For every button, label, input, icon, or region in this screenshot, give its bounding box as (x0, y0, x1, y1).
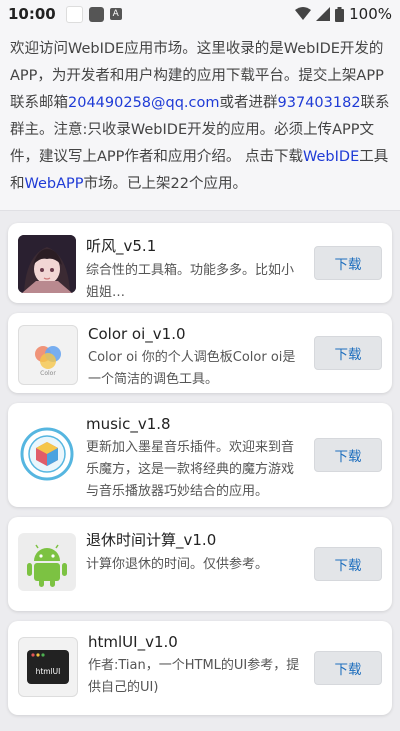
status-time: 10:00 (8, 5, 56, 23)
app-title: music_v1.8 (86, 415, 171, 433)
app-info: 退休时间计算_v1.0 计算你退休的时间。仅供参考。 (86, 529, 314, 576)
app-title: 退休时间计算_v1.0 (86, 531, 217, 549)
app-title: htmlUI_v1.0 (88, 633, 178, 651)
app-card[interactable]: 听风_v5.1 综合性的工具箱。功能多多。比如小姐姐… 下载 (8, 223, 392, 303)
app-desc: 更新加入墨星音乐插件。欢迎来到音乐魔方，这是一款将经典的魔方游戏与音乐播放器巧妙… (86, 440, 295, 499)
app-desc: Color oi 你的个人调色板Color oi是一个简洁的调色工具。 (88, 350, 296, 387)
app-info: music_v1.8 更新加入墨星音乐插件。欢迎来到音乐魔方，这是一款将经典的魔… (86, 415, 314, 503)
htmlui-icon-label: htmlUI (36, 667, 61, 676)
app-title: Color oi_v1.0 (88, 325, 186, 343)
color-palette-icon: Color (18, 325, 78, 385)
app-card[interactable]: music_v1.8 更新加入墨星音乐插件。欢迎来到音乐魔方，这是一款将经典的魔… (8, 403, 392, 507)
app-info: 听风_v5.1 综合性的工具箱。功能多多。比如小姐姐… (86, 235, 314, 304)
intro-part-2: 或者进群 (219, 95, 278, 111)
download-button[interactable]: 下载 (314, 336, 382, 370)
notification-gray-icon (88, 6, 104, 22)
signal-icon (316, 7, 331, 21)
app-list: 听风_v5.1 综合性的工具箱。功能多多。比如小姐姐… 下载 Color Col… (0, 211, 400, 731)
intro-text: 欢迎访问WebIDE应用市场。这里收录的是WebIDE开发的APP，为开发者和用… (0, 28, 400, 211)
music-cube-icon (18, 425, 76, 483)
app-card[interactable]: 退休时间计算_v1.0 计算你退休的时间。仅供参考。 下载 (8, 517, 392, 611)
color-icon-label: Color (40, 370, 56, 377)
app-info: Color oi_v1.0 Color oi 你的个人调色板Color oi是一… (88, 325, 314, 391)
app-info: htmlUI_v1.0 作者:Tian，一个HTML的UI参考，提供自己的UI) (88, 633, 314, 699)
app-title: 听风_v5.1 (86, 237, 157, 255)
download-button[interactable]: 下载 (314, 651, 382, 685)
system-icons: 100% (295, 5, 392, 23)
app-card[interactable]: htmlUI htmlUI_v1.0 作者:Tian，一个HTML的UI参考，提… (8, 621, 392, 715)
battery-icon (335, 6, 345, 22)
download-button[interactable]: 下载 (314, 246, 382, 280)
intro-part-5: 市场。已上架22个应用。 (83, 176, 247, 192)
group-link[interactable]: 937403182 (278, 95, 361, 111)
android-icon (18, 533, 76, 591)
app-desc: 作者:Tian，一个HTML的UI参考，提供自己的UI) (88, 658, 300, 695)
status-bar: 10:00 A 100% (0, 0, 400, 28)
webide-link[interactable]: WebIDE (303, 149, 359, 165)
webapp-link[interactable]: WebAPP (25, 176, 84, 192)
wifi-icon (295, 7, 312, 20)
notification-icons: A (65, 5, 122, 23)
app-card[interactable]: Color Color oi_v1.0 Color oi 你的个人调色板Colo… (8, 313, 392, 393)
anime-girl-icon (18, 235, 76, 293)
app-desc: 计算你退休的时间。仅供参考。 (86, 557, 269, 572)
battery-level: 100% (349, 5, 392, 23)
app-desc: 综合性的工具箱。功能多多。比如小姐姐… (86, 263, 295, 300)
notification-a-icon: A (109, 8, 122, 20)
download-button[interactable]: 下载 (314, 547, 382, 581)
email-link[interactable]: 204490258@qq.com (68, 95, 220, 111)
htmlui-icon: htmlUI (18, 637, 78, 697)
download-button[interactable]: 下载 (314, 438, 382, 472)
notification-white-icon (65, 5, 83, 23)
